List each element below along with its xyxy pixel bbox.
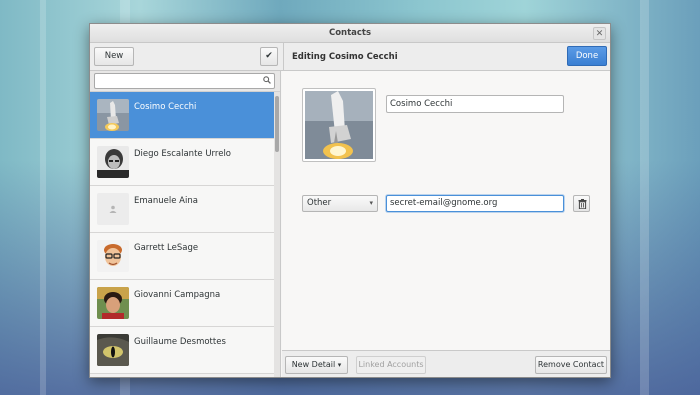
done-button[interactable]: Done (567, 46, 607, 66)
select-mode-button[interactable]: ✔ (260, 47, 278, 66)
contact-name: Diego Escalante Urrelo (134, 149, 232, 159)
name-field[interactable]: Cosimo Cecchi (386, 95, 564, 113)
contact-name: Emanuele Aina (134, 196, 198, 206)
contact-avatar (97, 146, 129, 178)
contact-editor: Cosimo Cecchi Other ▾ secret-email@gnome… (282, 71, 610, 350)
checkmark-icon: ✔ (265, 51, 273, 61)
search-input[interactable] (94, 73, 275, 89)
default-avatar-icon (109, 205, 117, 213)
contact-row[interactable]: Guillaume Desmottes (90, 327, 280, 374)
contact-avatar (97, 99, 129, 131)
header-divider (283, 43, 284, 71)
contacts-sidebar: Cosimo Cecchi Diego Escalante Urrelo Ema… (90, 71, 281, 377)
wallpaper-stripe (640, 0, 649, 395)
glasses-portrait-photo (97, 240, 129, 272)
header-bar: New ✔ Editing Cosimo Cecchi Done (90, 43, 610, 71)
cat-eye-photo (97, 334, 129, 366)
new-contact-button[interactable]: New (94, 47, 134, 66)
bw-portrait-photo (97, 146, 129, 178)
window-title: Contacts (328, 28, 372, 38)
space-shuttle-photo (305, 91, 373, 159)
detail-type-combo[interactable]: Other ▾ (302, 195, 378, 212)
contact-row[interactable]: Giovanni Campagna (90, 280, 280, 327)
trash-icon (578, 199, 587, 209)
contact-name: Garrett LeSage (134, 243, 199, 253)
contact-name: Giovanni Campagna (134, 290, 221, 300)
contact-row[interactable]: Cosimo Cecchi (90, 92, 280, 139)
titlebar[interactable]: Contacts ✕ (90, 24, 610, 43)
linked-accounts-button[interactable]: Linked Accounts (356, 356, 426, 374)
editor-action-bar: New Detail ▾ Linked Accounts Remove Cont… (282, 350, 610, 377)
remove-contact-button[interactable]: Remove Contact (535, 356, 607, 374)
search-bar (90, 71, 280, 92)
contact-avatar (97, 287, 129, 319)
wallpaper-stripe (40, 0, 46, 395)
chevron-down-icon: ▾ (369, 199, 373, 207)
new-detail-button[interactable]: New Detail ▾ (285, 356, 348, 374)
scrollbar-thumb[interactable] (275, 96, 279, 152)
contact-name: Cosimo Cecchi (134, 102, 197, 112)
contact-row[interactable]: Emanuele Aina (90, 186, 280, 233)
detail-type-label: Other (307, 198, 332, 208)
space-shuttle-photo (97, 99, 129, 131)
close-icon[interactable]: ✕ (593, 27, 606, 40)
portrait-photo (97, 287, 129, 319)
contact-row[interactable]: Garrett LeSage (90, 233, 280, 280)
email-field[interactable]: secret-email@gnome.org (386, 195, 564, 212)
editing-title: Editing Cosimo Cecchi (292, 52, 398, 62)
chevron-down-icon: ▾ (337, 361, 342, 369)
contact-row[interactable]: Diego Escalante Urrelo (90, 139, 280, 186)
contact-photo[interactable] (302, 88, 376, 162)
new-detail-label: New Detail (291, 360, 336, 369)
delete-detail-button[interactable] (573, 195, 590, 212)
contact-name: Guillaume Desmottes (134, 337, 226, 347)
search-icon (263, 76, 271, 84)
contacts-window: Contacts ✕ New ✔ Editing Cosimo Cecchi D… (89, 23, 611, 378)
contact-avatar (97, 334, 129, 366)
contact-avatar (97, 240, 129, 272)
contact-avatar (97, 193, 129, 225)
